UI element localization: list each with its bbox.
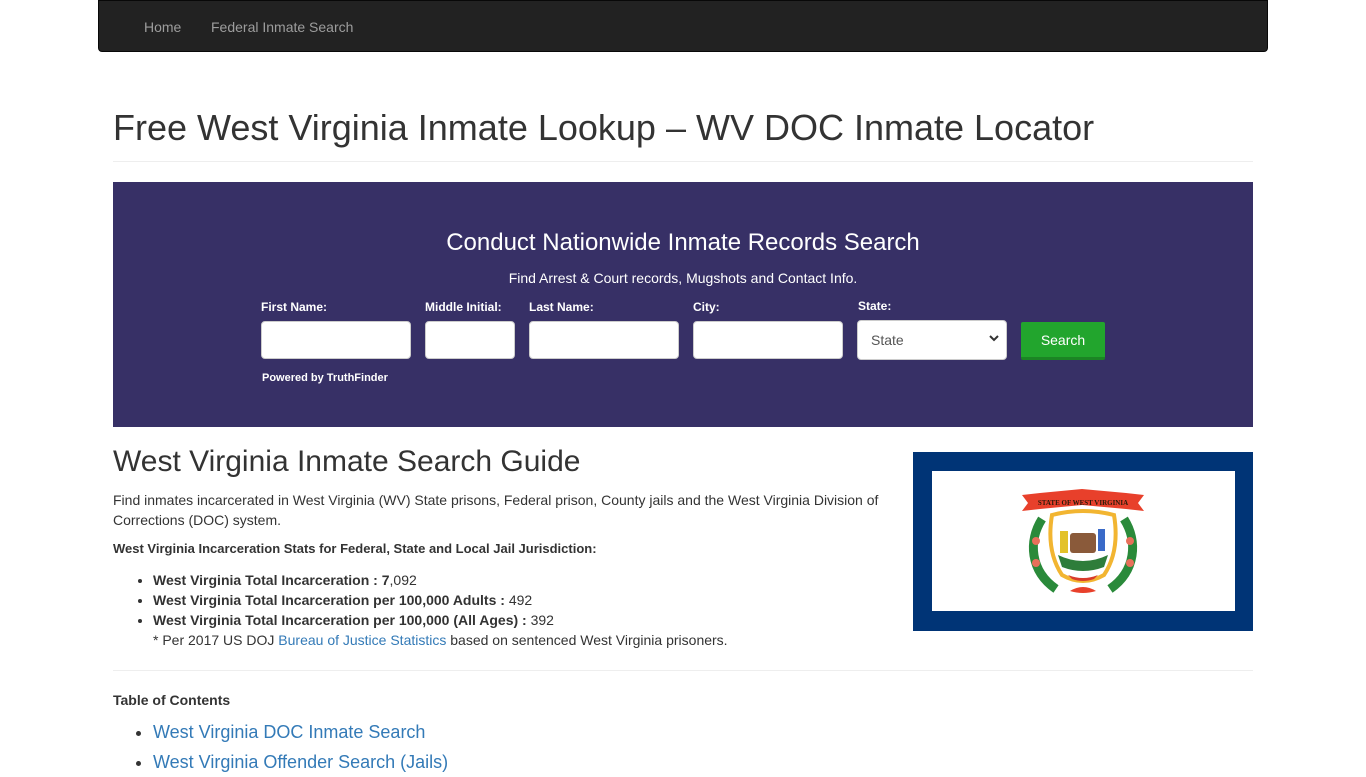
powered-by-text: Powered by TruthFinder xyxy=(262,372,388,384)
note-prefix: * Per 2017 US DOJ xyxy=(153,632,279,648)
stats-list: West Virginia Total Incarceration : 7,09… xyxy=(113,570,554,630)
stat-label: West Virginia Total Incarceration : 7 xyxy=(153,572,390,588)
toc-item: West Virginia DOC Inmate Search xyxy=(153,717,448,747)
page-title: Free West Virginia Inmate Lookup – WV DO… xyxy=(113,107,1095,148)
note-suffix: based on sentenced West Virginia prisone… xyxy=(446,632,728,648)
toc-list: West Virginia DOC Inmate Search West Vir… xyxy=(113,717,448,777)
flag-banner-text: STATE OF WEST VIRGINIA xyxy=(1038,499,1128,507)
city-input[interactable] xyxy=(693,321,843,359)
title-divider xyxy=(113,161,1253,162)
bureau-of-justice-statistics-link[interactable]: Bureau of Justice Statistics xyxy=(278,632,446,648)
guide-intro-text: Find inmates incarcerated in West Virgin… xyxy=(113,492,879,528)
stats-source-note: * Per 2017 US DOJ Bureau of Justice Stat… xyxy=(153,630,728,650)
flag-field: STATE OF WEST VIRGINIA xyxy=(932,471,1235,611)
toc-link-offender-search-jails[interactable]: West Virginia Offender Search (Jails) xyxy=(153,752,448,772)
toc-title: Table of Contents xyxy=(113,692,231,708)
last-name-input[interactable] xyxy=(529,321,679,359)
search-button[interactable]: Search xyxy=(1021,322,1105,360)
nav-federal-inmate-search-link[interactable]: Federal Inmate Search xyxy=(211,18,353,38)
nav-home-link[interactable]: Home xyxy=(144,18,181,38)
state-select[interactable]: State xyxy=(857,320,1007,360)
stats-heading: West Virginia Incarceration Stats for Fe… xyxy=(113,541,597,556)
toc-link-doc-inmate-search[interactable]: West Virginia DOC Inmate Search xyxy=(153,722,425,742)
search-widget-subheading: Find Arrest & Court records, Mugshots an… xyxy=(508,270,858,286)
chevron-down-icon xyxy=(989,335,999,342)
stat-label: West Virginia Total Incarceration per 10… xyxy=(153,592,509,608)
toc-item: West Virginia Offender Search (Jails) xyxy=(153,747,448,777)
guide-heading: West Virginia Inmate Search Guide xyxy=(113,445,581,478)
middle-initial-input[interactable] xyxy=(425,321,515,359)
stat-label: West Virginia Total Incarceration per 10… xyxy=(153,612,531,628)
middle-initial-label: Middle Initial: xyxy=(425,300,502,314)
state-label: State: xyxy=(858,299,892,313)
first-name-label: First Name: xyxy=(261,300,328,314)
stat-item: West Virginia Total Incarceration per 10… xyxy=(153,610,554,630)
city-label: City: xyxy=(693,300,720,314)
first-name-input[interactable] xyxy=(261,321,411,359)
state-seal-icon: STATE OF WEST VIRGINIA xyxy=(1022,489,1144,593)
section-divider xyxy=(113,670,1253,671)
stat-value: 392 xyxy=(530,612,554,628)
last-name-label: Last Name: xyxy=(529,300,594,314)
west-virginia-flag-image: STATE OF WEST VIRGINIA xyxy=(913,452,1253,631)
state-select-value: State xyxy=(871,332,904,348)
top-navbar: Home Federal Inmate Search xyxy=(98,0,1268,52)
search-widget-heading: Conduct Nationwide Inmate Records Search xyxy=(446,229,920,256)
stat-item: West Virginia Total Incarceration per 10… xyxy=(153,590,554,610)
stat-value: ,092 xyxy=(389,572,417,588)
inmate-search-widget: Conduct Nationwide Inmate Records Search… xyxy=(113,182,1253,427)
stat-value: 492 xyxy=(508,592,533,608)
stat-item: West Virginia Total Incarceration : 7,09… xyxy=(153,570,554,590)
